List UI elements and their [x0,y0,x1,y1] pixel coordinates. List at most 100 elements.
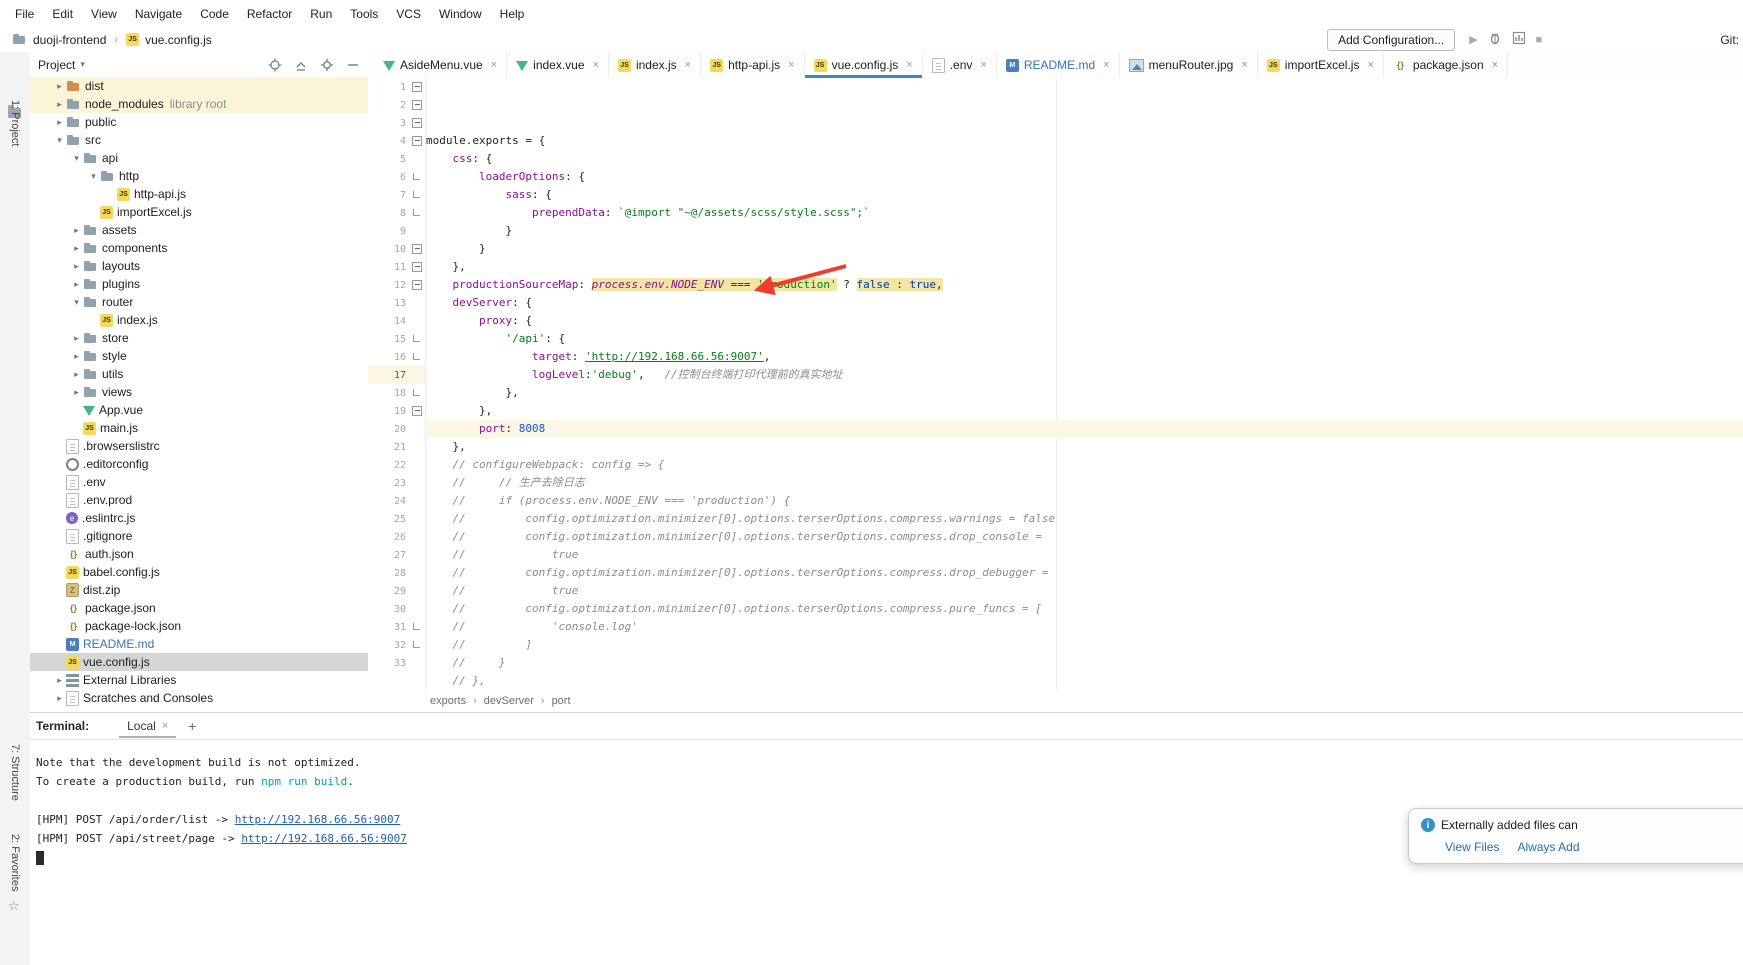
close-icon[interactable]: × [685,59,691,71]
breadcrumb-exports[interactable]: exports [430,695,466,707]
breadcrumb-project[interactable]: duoji-frontend [33,33,106,47]
fold-marker[interactable] [409,276,425,294]
menu-item-navigate[interactable]: Navigate [126,3,191,25]
tool-window-project[interactable]: 1: Project [9,100,21,146]
tree-item[interactable]: App.vue [30,401,368,419]
tree-item[interactable]: e.eslintrc.js [30,509,368,527]
fold-marker[interactable] [409,114,425,132]
editor-tab[interactable]: JSimportExcel.js× [1258,52,1384,78]
fold-marker[interactable] [409,132,425,150]
tree-item[interactable]: .browserslistrc [30,437,368,455]
url-string[interactable]: 'http://192.168.66.56:9007' [585,350,764,363]
close-icon[interactable]: × [1492,59,1498,71]
fold-marker[interactable] [409,348,425,366]
chevron-icon[interactable]: ▸ [53,693,66,704]
collapse-all-icon[interactable] [294,58,308,72]
fold-marker[interactable] [409,186,425,204]
fold-marker[interactable] [409,402,425,420]
menu-item-code[interactable]: Code [191,3,238,25]
fold-marker[interactable] [409,96,425,114]
editor-tab[interactable]: menuRouter.jpg× [1120,52,1258,78]
fold-marker[interactable] [409,78,425,96]
tree-item[interactable]: ▾http [30,167,368,185]
favorites-star-icon[interactable]: ☆ [8,898,20,914]
tree-item[interactable]: ▾api [30,149,368,167]
close-icon[interactable]: × [906,59,912,71]
locate-file-icon[interactable] [268,58,282,72]
tree-item[interactable]: ▾router [30,293,368,311]
editor-tab[interactable]: MREADME.md× [997,52,1120,78]
view-files-link[interactable]: View Files [1445,840,1499,854]
tree-item[interactable]: .env.prod [30,491,368,509]
menu-item-file[interactable]: File [6,3,43,25]
chevron-icon[interactable]: ▸ [70,279,83,290]
editor-tab[interactable]: JShttp-api.js× [701,52,804,78]
editor-tab[interactable]: .env× [923,52,997,78]
chevron-icon[interactable]: ▸ [70,333,83,344]
tool-window-structure[interactable]: 7: Structure [9,744,21,801]
tree-item[interactable]: JShttp-api.js [30,185,368,203]
menu-item-view[interactable]: View [82,3,126,25]
tree-item[interactable]: ▸plugins [30,275,368,293]
editor-tab[interactable]: {}package.json× [1384,52,1508,78]
chevron-icon[interactable]: ▸ [70,369,83,380]
always-add-link[interactable]: Always Add [1517,840,1579,854]
add-configuration-button[interactable]: Add Configuration... [1327,29,1455,51]
menu-item-run[interactable]: Run [301,3,341,25]
fold-marker[interactable] [409,384,425,402]
close-icon[interactable]: × [593,59,599,71]
chevron-icon[interactable]: ▸ [70,225,83,236]
menu-item-edit[interactable]: Edit [43,3,82,25]
fold-marker[interactable] [409,330,425,348]
tree-item[interactable]: ▸dist [30,77,368,95]
project-tree[interactable]: ▸dist▸node_moduleslibrary root▸public▾sr… [30,77,368,712]
breadcrumb-file[interactable]: vue.config.js [145,33,212,47]
tree-item[interactable]: ▸assets [30,221,368,239]
chevron-icon[interactable]: ▾ [53,135,66,146]
tree-item[interactable]: JSvue.config.js [30,653,368,671]
git-widget[interactable]: Git: [1720,33,1739,47]
code-viewport[interactable]: module.exports = { css: { loaderOptions:… [426,78,1743,690]
chevron-icon[interactable]: ▸ [70,387,83,398]
tree-item[interactable]: {}auth.json [30,545,368,563]
editor-tab[interactable]: AsideMenu.vue× [374,52,507,78]
close-icon[interactable]: × [1367,59,1373,71]
menu-item-tools[interactable]: Tools [341,3,387,25]
stop-button[interactable]: ■ [1536,34,1543,46]
tree-item[interactable]: .env [30,473,368,491]
run-button[interactable]: ▶ [1469,33,1477,46]
fold-marker[interactable] [409,618,425,636]
chevron-icon[interactable]: ▾ [70,297,83,308]
chevron-icon[interactable]: ▸ [53,117,66,128]
chevron-icon[interactable]: ▾ [70,153,83,164]
project-panel-title[interactable]: Project [38,58,75,72]
tree-item[interactable]: JSmain.js [30,419,368,437]
tree-item[interactable]: Zdist.zip [30,581,368,599]
terminal-tab-local[interactable]: Local × [119,715,176,738]
profiler-button[interactable] [1512,31,1526,48]
chevron-icon[interactable]: ▸ [53,675,66,686]
hide-panel-icon[interactable] [346,58,360,72]
menu-item-help[interactable]: Help [491,3,534,25]
tree-item[interactable]: ▸store [30,329,368,347]
tree-item[interactable]: ▸components [30,239,368,257]
menu-item-window[interactable]: Window [430,3,491,25]
chevron-icon[interactable]: ▾ [87,171,100,182]
tree-item[interactable]: ▸utils [30,365,368,383]
tree-item[interactable]: ▸node_moduleslibrary root [30,95,368,113]
close-icon[interactable]: × [491,59,497,71]
editor-body[interactable]: 1234567891011121314151617181920212223242… [368,78,1743,690]
breadcrumb-devserver[interactable]: devServer [484,695,534,707]
chevron-icon[interactable]: ▸ [53,99,66,110]
debug-button[interactable] [1488,31,1502,48]
close-icon[interactable]: × [162,720,168,732]
url-link[interactable]: http://192.168.66.56:9007 [235,813,401,826]
tree-item[interactable]: .editorconfig [30,455,368,473]
new-terminal-button[interactable]: + [188,718,196,734]
tree-item[interactable]: ▸public [30,113,368,131]
chevron-icon[interactable]: ▸ [70,261,83,272]
fold-marker[interactable] [409,258,425,276]
tool-window-favorites[interactable]: 2: Favorites [9,834,21,891]
tree-item[interactable]: JSbabel.config.js [30,563,368,581]
close-icon[interactable]: × [1103,59,1109,71]
